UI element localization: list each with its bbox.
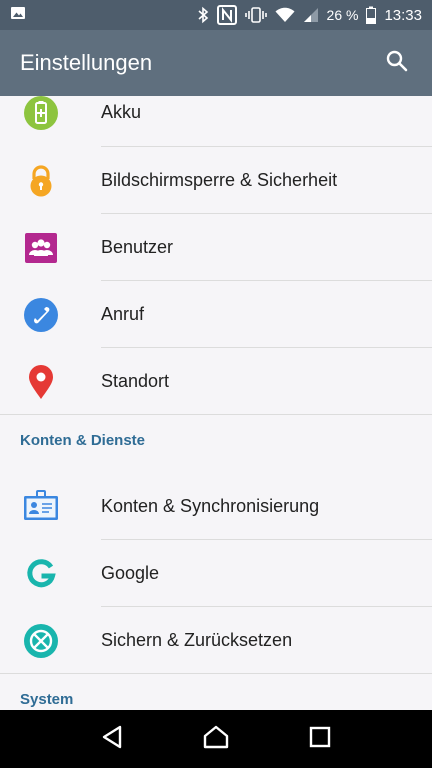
battery-icon xyxy=(22,96,60,132)
list-item-akku[interactable]: Akku xyxy=(0,96,432,146)
list-item-label: Anruf xyxy=(101,304,145,324)
app-bar: Einstellungen xyxy=(0,30,432,96)
search-icon xyxy=(385,49,409,78)
image-notification-icon xyxy=(10,5,26,26)
search-button[interactable] xyxy=(382,48,412,78)
battery-percent: 26 % xyxy=(326,7,359,23)
bluetooth-icon xyxy=(197,6,209,24)
cell-signal-icon xyxy=(303,7,319,23)
list-item-label: Akku xyxy=(101,102,142,122)
list-item-google[interactable]: Google xyxy=(0,540,432,607)
back-triangle-icon xyxy=(101,725,123,754)
list-item-label: Sichern & Zurücksetzen xyxy=(101,630,293,650)
section-header-system: System xyxy=(20,691,74,708)
section-header-accounts-services: Konten & Dienste xyxy=(20,432,146,449)
account-card-icon xyxy=(22,488,60,526)
list-item-call[interactable]: Anruf xyxy=(0,281,432,348)
phone-icon xyxy=(22,296,60,334)
battery-status-icon xyxy=(366,6,377,24)
status-bar: 26 % 13:33 xyxy=(0,0,432,30)
lock-icon xyxy=(22,162,60,200)
page-title: Einstellungen xyxy=(20,50,153,75)
list-item-backup-reset[interactable]: Sichern & Zurücksetzen xyxy=(0,607,432,674)
list-item-label: Benutzer xyxy=(101,237,174,257)
users-icon xyxy=(22,229,60,267)
home-icon xyxy=(203,725,229,754)
backup-reset-icon xyxy=(22,622,60,660)
list-item-screen-lock-security[interactable]: Bildschirmsperre & Sicherheit xyxy=(0,147,432,214)
google-icon xyxy=(22,555,60,593)
home-button[interactable] xyxy=(196,719,236,759)
wifi-icon xyxy=(275,7,295,23)
list-item-accounts-sync[interactable]: Konten & Synchronisierung xyxy=(0,473,432,540)
section-divider xyxy=(0,673,432,674)
recent-apps-square-icon xyxy=(309,726,331,753)
list-item-label: Konten & Synchronisierung xyxy=(101,496,320,516)
location-pin-icon xyxy=(22,363,60,401)
nfc-icon xyxy=(216,5,237,25)
back-button[interactable] xyxy=(92,719,132,759)
status-time: 13:33 xyxy=(384,6,422,24)
vibrate-icon xyxy=(244,6,267,24)
recent-apps-button[interactable] xyxy=(300,719,340,759)
list-item-label: Standort xyxy=(101,371,170,391)
list-item-location[interactable]: Standort xyxy=(0,348,432,415)
navigation-bar xyxy=(0,710,432,768)
list-item-label: Bildschirmsperre & Sicherheit xyxy=(101,170,338,190)
settings-list[interactable]: Akku Bildschirmsperre & Sicherheit Benut… xyxy=(0,96,432,710)
section-divider xyxy=(0,414,432,415)
list-item-label: Google xyxy=(101,563,160,583)
list-item-users[interactable]: Benutzer xyxy=(0,214,432,281)
